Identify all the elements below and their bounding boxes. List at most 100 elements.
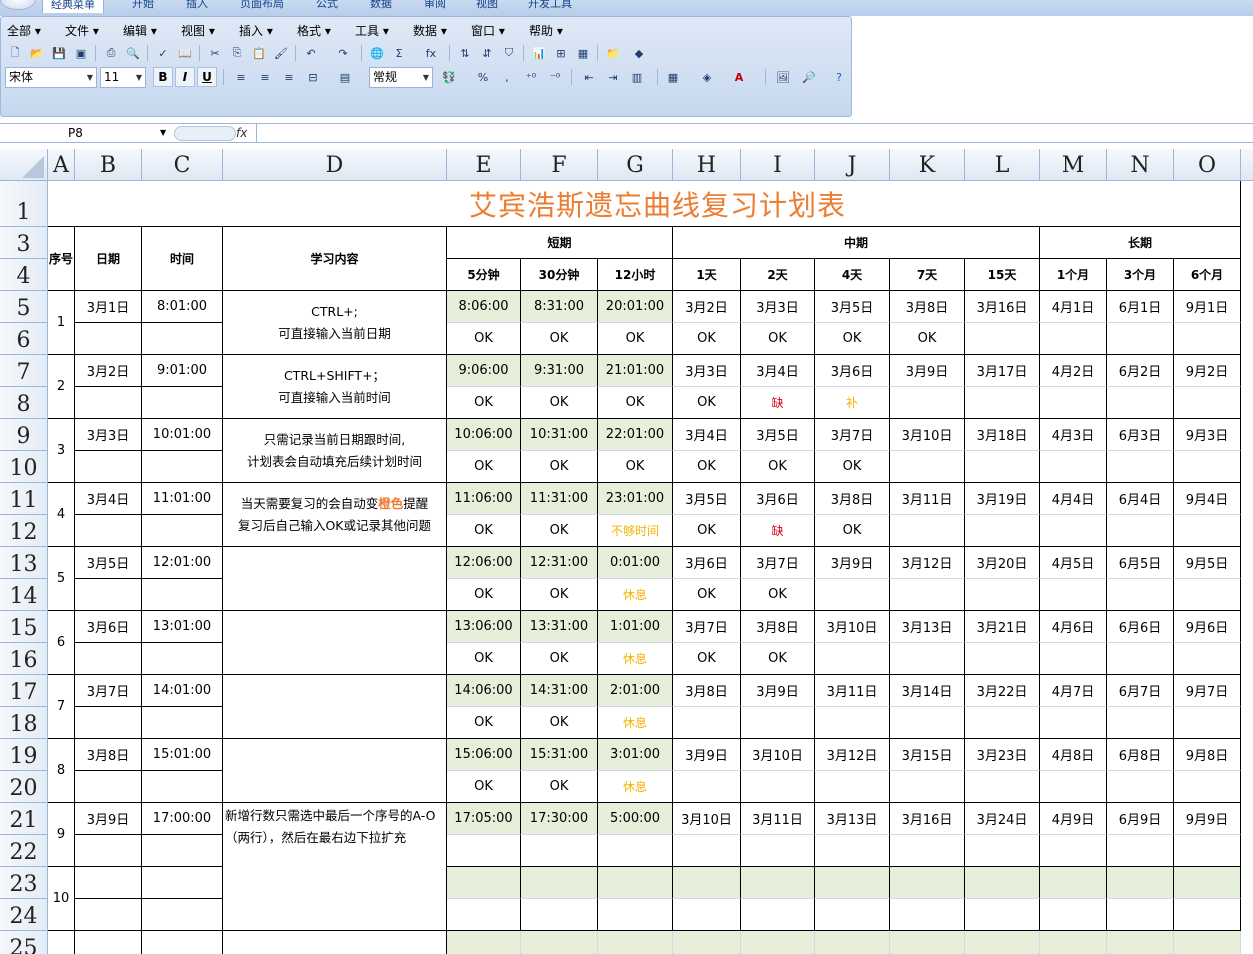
decrease-decimal-icon[interactable]: ⁻⁰: [545, 67, 565, 87]
row-header-11[interactable]: 11: [0, 483, 48, 515]
align-left-icon[interactable]: ≡: [231, 67, 251, 87]
status-cell[interactable]: OK: [598, 323, 673, 355]
plan-cell[interactable]: 4月3日: [1040, 419, 1107, 451]
plan-cell[interactable]: 3月24日: [965, 803, 1040, 835]
status-cell[interactable]: OK: [447, 771, 521, 803]
print-icon[interactable]: ⎙: [101, 43, 121, 63]
status-cell[interactable]: OK: [521, 387, 598, 419]
status-cell[interactable]: OK: [598, 387, 673, 419]
time-cell[interactable]: [142, 867, 223, 899]
status-cell[interactable]: 不够时间: [598, 515, 673, 547]
header-interval[interactable]: 30分钟: [521, 259, 598, 291]
date-cell[interactable]: 3月1日: [75, 291, 142, 323]
plan-cell[interactable]: 6月5日: [1107, 547, 1174, 579]
grid-icon[interactable]: ▦: [573, 43, 593, 63]
time-cell-empty[interactable]: [142, 643, 223, 675]
date-cell-empty[interactable]: [75, 899, 142, 931]
plan-cell[interactable]: 6月2日: [1107, 355, 1174, 387]
plan-cell[interactable]: 3月10日: [673, 803, 741, 835]
status-cell[interactable]: 缺: [741, 387, 815, 419]
italic-button[interactable]: I: [175, 67, 195, 87]
time-cell[interactable]: 8:01:00: [142, 291, 223, 323]
percent-button[interactable]: %: [473, 67, 493, 87]
plan-cell[interactable]: 9月2日: [1174, 355, 1241, 387]
status-cell[interactable]: [741, 899, 815, 931]
plan-cell[interactable]: 14:31:00: [521, 675, 598, 707]
plan-cell[interactable]: 15:06:00: [447, 739, 521, 771]
research-icon[interactable]: 📖: [175, 43, 195, 63]
status-cell[interactable]: [1107, 515, 1174, 547]
plan-cell[interactable]: 3月21日: [965, 611, 1040, 643]
status-cell[interactable]: [1040, 707, 1107, 739]
plan-cell[interactable]: 3月10日: [741, 739, 815, 771]
plan-cell[interactable]: 3月13日: [815, 803, 890, 835]
header-interval[interactable]: 1个月: [1040, 259, 1107, 291]
plan-cell[interactable]: [890, 867, 965, 899]
font-name-select[interactable]: 宋体 ▼: [5, 67, 97, 88]
select-all-button[interactable]: [0, 149, 48, 181]
date-cell-empty[interactable]: [75, 643, 142, 675]
plan-cell[interactable]: 2:01:00: [598, 675, 673, 707]
status-cell[interactable]: OK: [673, 323, 741, 355]
status-cell[interactable]: [890, 579, 965, 611]
time-cell-empty[interactable]: [142, 515, 223, 547]
plan-cell[interactable]: [965, 867, 1040, 899]
status-cell[interactable]: [1174, 771, 1241, 803]
column-header-f[interactable]: F: [521, 149, 598, 181]
status-cell[interactable]: OK: [447, 323, 521, 355]
status-cell[interactable]: 缺: [741, 515, 815, 547]
insert-picture-icon[interactable]: 🖼: [773, 67, 793, 87]
status-cell[interactable]: [965, 643, 1040, 675]
plan-cell[interactable]: 4月7日: [1040, 675, 1107, 707]
status-cell[interactable]: [447, 899, 521, 931]
status-cell[interactable]: [1107, 771, 1174, 803]
row25-cell[interactable]: [48, 931, 75, 954]
status-cell[interactable]: 休息: [598, 579, 673, 611]
plan-cell[interactable]: 3月3日: [673, 355, 741, 387]
row-header-15[interactable]: 15: [0, 611, 48, 643]
seq-cell[interactable]: 1: [48, 291, 75, 355]
wrap-text-icon[interactable]: ▤: [335, 67, 355, 87]
seq-cell[interactable]: 9: [48, 803, 75, 867]
date-cell[interactable]: 3月7日: [75, 675, 142, 707]
decrease-indent-icon[interactable]: ⇤: [579, 67, 599, 87]
status-cell[interactable]: [598, 899, 673, 931]
plan-cell[interactable]: 3月18日: [965, 419, 1040, 451]
plan-cell[interactable]: [673, 867, 741, 899]
time-cell[interactable]: 11:01:00: [142, 483, 223, 515]
plan-cell[interactable]: 3月7日: [815, 419, 890, 451]
time-cell[interactable]: 17:00:00: [142, 803, 223, 835]
column-header-d[interactable]: D: [223, 149, 447, 181]
note-cell[interactable]: 新增行数只需选中最后一个序号的A-O（两行），然后在最右边下拉扩充: [223, 803, 447, 931]
plan-cell[interactable]: 6月7日: [1107, 675, 1174, 707]
row-header-25[interactable]: 25: [0, 931, 48, 954]
folder-icon[interactable]: 📁: [603, 43, 623, 63]
date-cell[interactable]: 3月4日: [75, 483, 142, 515]
status-cell[interactable]: [1174, 323, 1241, 355]
plan-cell[interactable]: 3月8日: [890, 291, 965, 323]
plan-cell[interactable]: 9月7日: [1174, 675, 1241, 707]
time-cell-empty[interactable]: [142, 451, 223, 483]
borders-icon[interactable]: ▦: [663, 67, 683, 87]
plan-cell[interactable]: 6月1日: [1107, 291, 1174, 323]
plan-cell[interactable]: 3月11日: [741, 803, 815, 835]
sort-ascending-icon[interactable]: ⇅: [455, 43, 475, 63]
plan-cell[interactable]: 9:06:00: [447, 355, 521, 387]
menu-format[interactable]: 格式 ▾: [297, 22, 331, 39]
status-cell[interactable]: [1107, 323, 1174, 355]
time-cell-empty[interactable]: [142, 387, 223, 419]
header-mid-term[interactable]: 中期: [673, 227, 1040, 259]
plan-cell[interactable]: 3月5日: [741, 419, 815, 451]
column-header-n[interactable]: N: [1107, 149, 1174, 181]
note-cell-empty[interactable]: [223, 547, 447, 611]
status-cell[interactable]: [1040, 643, 1107, 675]
merge-center-icon[interactable]: ⊟: [303, 67, 323, 87]
row-header-19[interactable]: 19: [0, 739, 48, 771]
plan-cell[interactable]: 3月16日: [965, 291, 1040, 323]
status-cell[interactable]: OK: [890, 323, 965, 355]
status-cell[interactable]: [1107, 387, 1174, 419]
status-cell[interactable]: [815, 707, 890, 739]
date-cell-empty[interactable]: [75, 515, 142, 547]
status-cell[interactable]: [965, 515, 1040, 547]
plan-cell[interactable]: 3月4日: [673, 419, 741, 451]
